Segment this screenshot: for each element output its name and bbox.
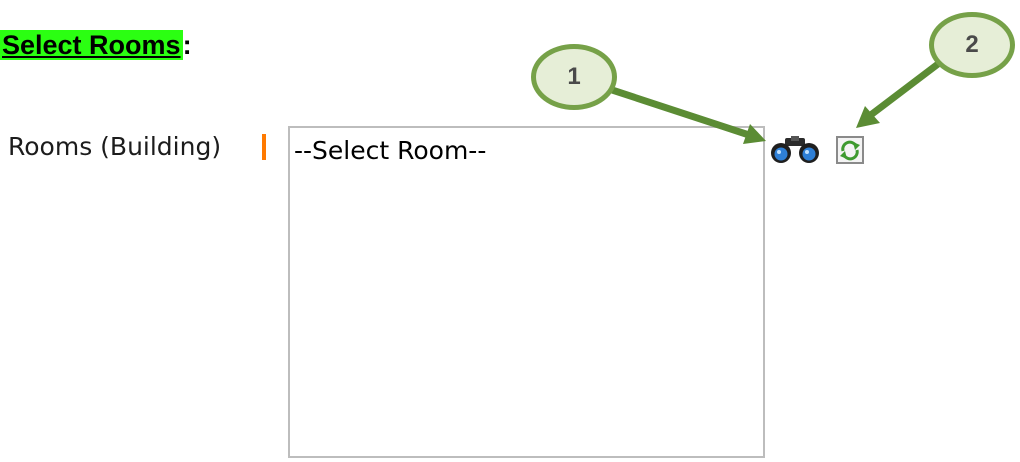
section-heading: Select Rooms: [0,30,192,61]
callout-2-arrowhead [856,106,880,128]
callout-marker-2: 2 [929,12,1015,78]
refresh-icon [836,136,864,164]
section-heading-text: Select Rooms [0,30,183,60]
binoculars-icon [771,136,819,163]
callout-marker-1: 1 [531,44,617,110]
room-option-placeholder[interactable]: --Select Room-- [294,136,486,165]
search-rooms-button[interactable] [770,136,820,164]
rooms-listbox[interactable]: --Select Room-- [288,126,765,458]
callout-2-arrow [868,60,942,118]
refresh-rooms-button[interactable] [834,134,866,166]
section-heading-colon: : [182,30,192,60]
rooms-field-label: Rooms (Building) [8,132,222,161]
required-indicator [262,134,266,160]
